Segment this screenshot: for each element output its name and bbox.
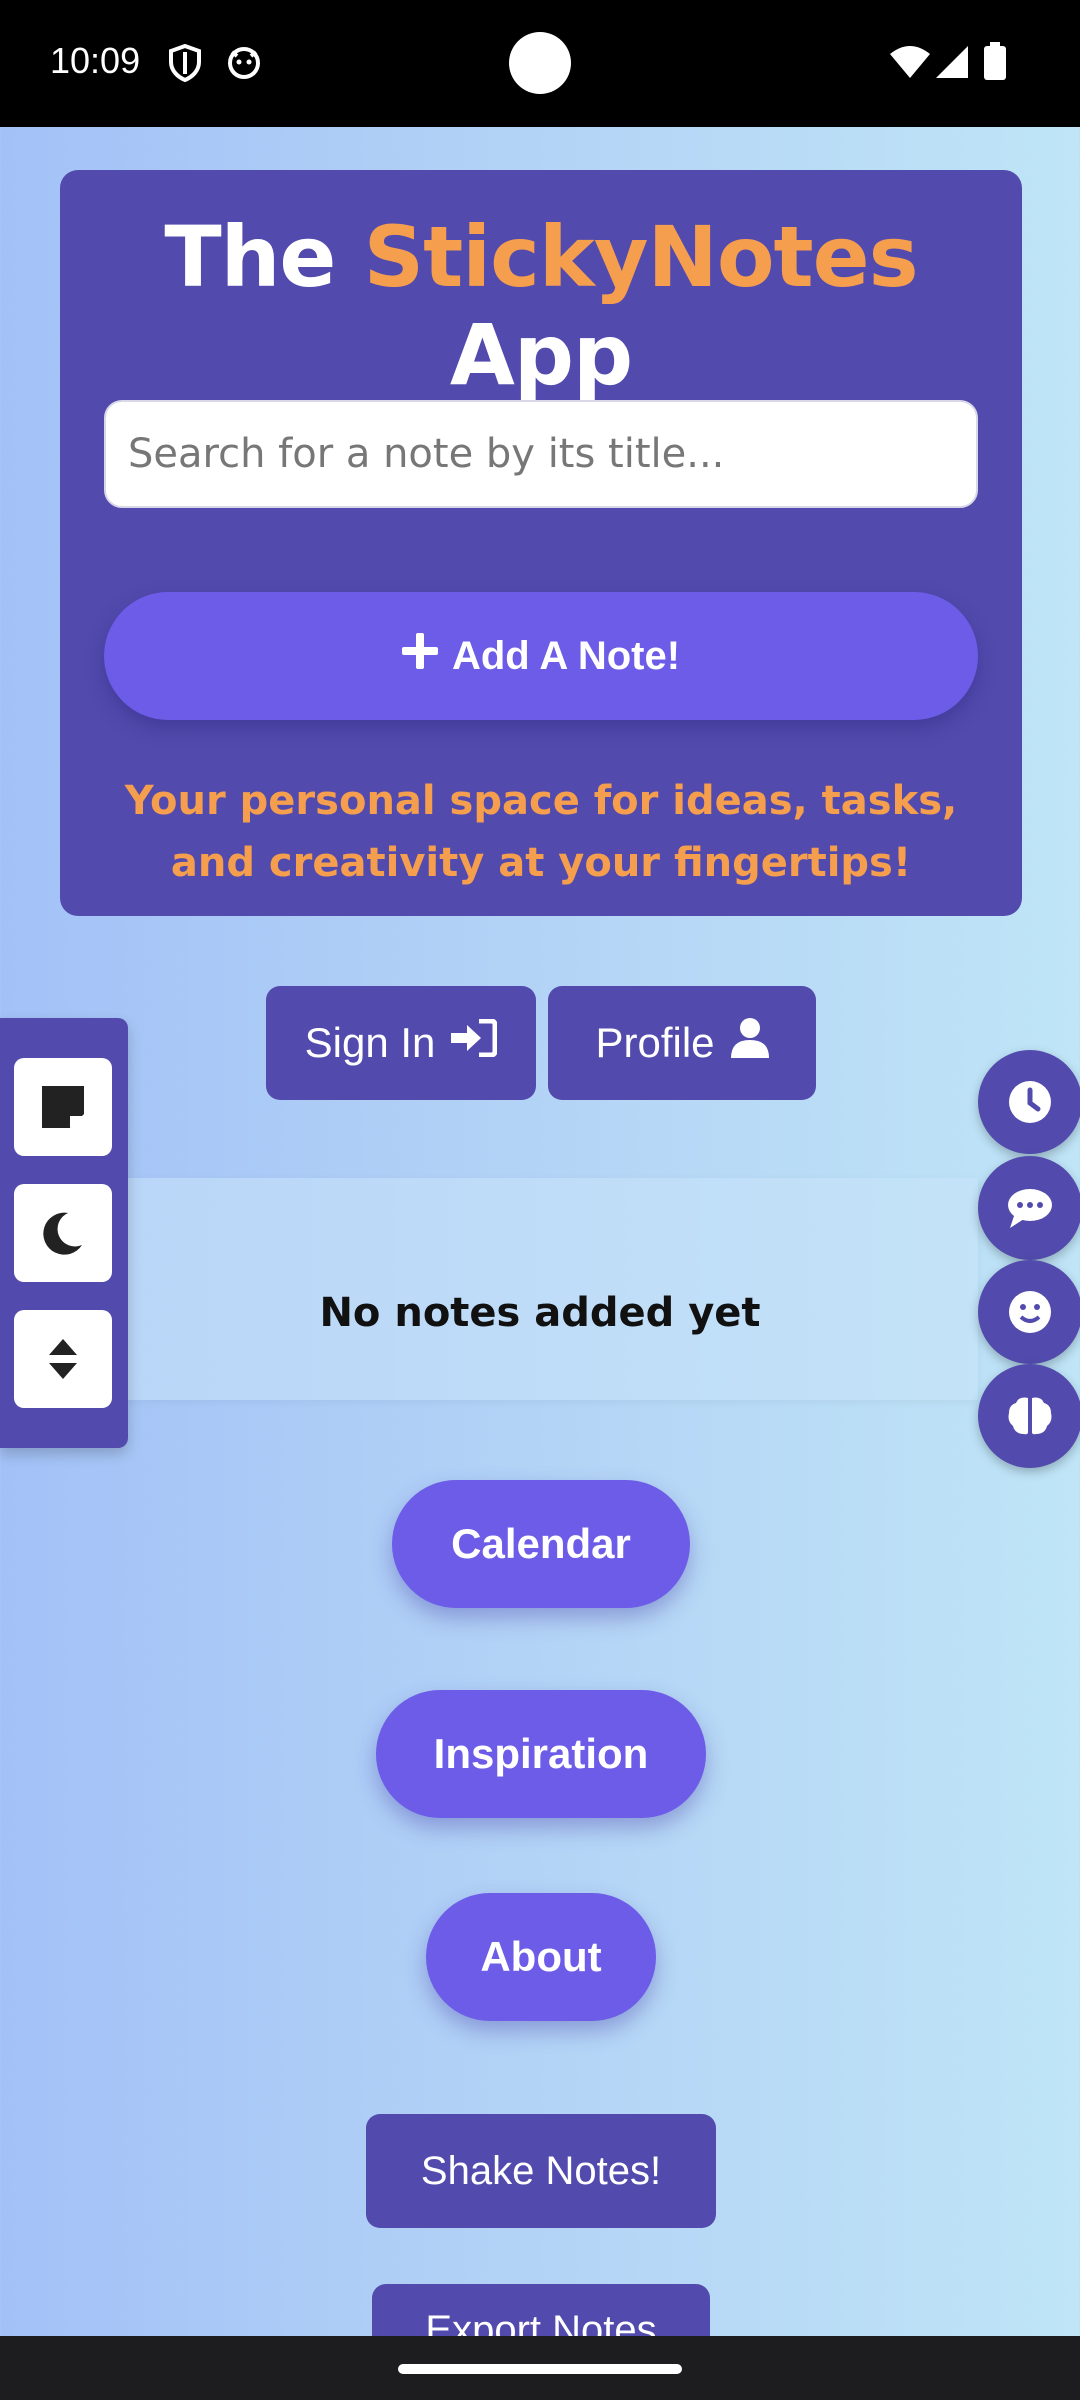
clock-icon[interactable] — [978, 1050, 1080, 1154]
about-button[interactable]: About — [426, 1893, 656, 2021]
status-time: 10:09 — [50, 40, 141, 81]
left-toolbar — [0, 1018, 128, 1448]
chat-icon[interactable] — [978, 1156, 1080, 1260]
home-handle[interactable] — [398, 2364, 682, 2374]
add-note-label: Add A Note! — [451, 633, 681, 678]
sign-in-icon — [451, 1018, 498, 1067]
search-input[interactable] — [104, 400, 978, 508]
sticky-note-icon[interactable] — [14, 1058, 112, 1156]
tagline: Your personal space for ideas, tasks, an… — [124, 778, 958, 886]
brain-icon[interactable] — [978, 1364, 1080, 1468]
title-accent: StickyNotes — [363, 208, 919, 306]
notes-container — [128, 1178, 978, 1400]
app-title: The StickyNotes App — [60, 208, 1022, 404]
inspiration-button[interactable]: Inspiration — [376, 1690, 706, 1818]
plus-icon — [401, 633, 438, 679]
camera-cutout — [509, 32, 571, 94]
profile-label: Profile — [595, 1019, 715, 1066]
shield-icon — [168, 43, 202, 86]
status-bar: 10:09 — [0, 0, 1080, 127]
title-suffix: App — [449, 306, 633, 404]
user-icon — [730, 1018, 769, 1068]
calendar-button[interactable]: Calendar — [392, 1480, 690, 1608]
wifi-icon — [890, 46, 930, 82]
shake-notes-button[interactable]: Shake Notes! — [366, 2114, 716, 2228]
profile-button[interactable]: Profile — [548, 986, 816, 1100]
cat-icon — [226, 44, 262, 84]
empty-notes-message: No notes added yet — [319, 1290, 761, 1336]
battery-icon — [984, 42, 1006, 84]
smile-icon[interactable] — [978, 1260, 1080, 1364]
title-prefix: The — [164, 208, 364, 306]
system-nav-bar — [0, 2336, 1080, 2400]
header-card: The StickyNotes App Add A Note! Your per… — [60, 170, 1022, 916]
sign-in-button[interactable]: Sign In — [266, 986, 536, 1100]
sign-in-label: Sign In — [304, 1019, 436, 1066]
sort-icon[interactable] — [14, 1310, 112, 1408]
signal-icon — [936, 46, 968, 82]
add-note-button[interactable]: Add A Note! — [104, 592, 978, 720]
moon-icon[interactable] — [14, 1184, 112, 1282]
